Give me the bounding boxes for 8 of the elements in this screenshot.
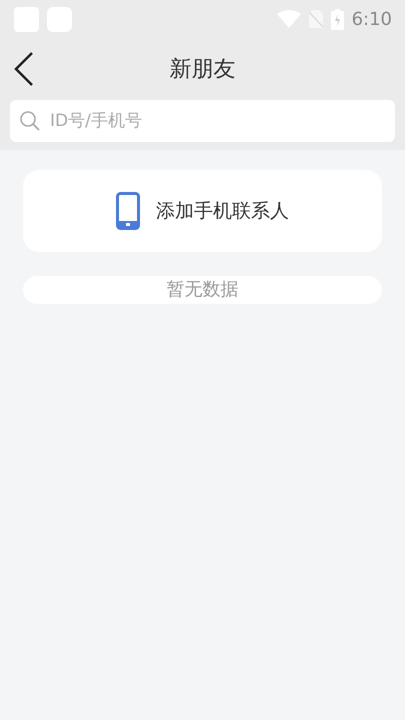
no-sim-icon: [308, 10, 323, 28]
status-time: 6:10: [352, 8, 392, 32]
phone-icon: [116, 192, 140, 230]
empty-message: 暂无数据: [23, 276, 382, 304]
search-field[interactable]: ID号/手机号: [10, 100, 395, 142]
add-contacts-button[interactable]: 添加手机联系人: [23, 170, 382, 252]
battery-icon: [330, 8, 344, 30]
page-title: 新朋友: [170, 56, 236, 84]
